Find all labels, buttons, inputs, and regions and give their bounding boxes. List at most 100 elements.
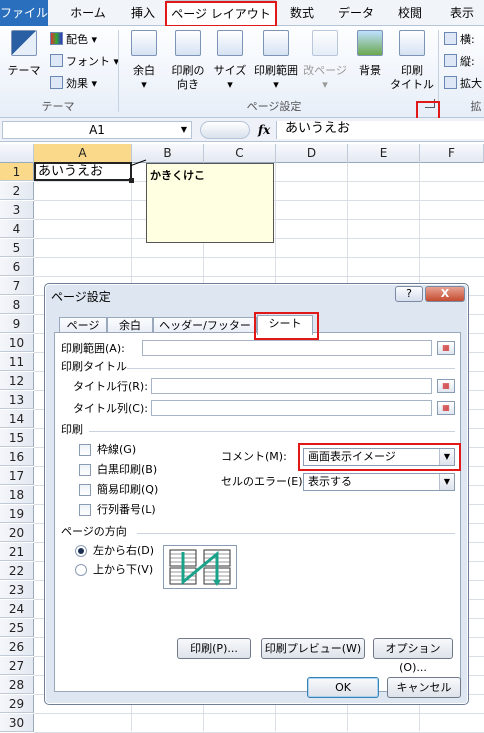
size-label: サイズ xyxy=(213,64,247,77)
range-select-icon[interactable]: ▦ xyxy=(437,379,455,393)
row-header[interactable]: 13 xyxy=(0,391,34,409)
column-header-f[interactable]: F xyxy=(420,144,484,163)
chevron-down-icon[interactable]: ▼ xyxy=(181,122,187,138)
row-header[interactable]: 28 xyxy=(0,676,34,694)
page-size-icon xyxy=(217,30,243,56)
themes-button[interactable]: テーマ xyxy=(4,30,44,78)
highlight-comments xyxy=(298,443,461,471)
row-header[interactable]: 30 xyxy=(0,714,34,732)
print-titles-button[interactable]: 印刷 タイトル xyxy=(390,30,434,92)
size-button[interactable]: サイズ ▾ xyxy=(210,30,250,92)
effects-button[interactable]: 効果 ▾ xyxy=(50,76,97,91)
background-button[interactable]: 背景 xyxy=(350,30,390,78)
row-header[interactable]: 2 xyxy=(0,182,34,200)
row-header[interactable]: 20 xyxy=(0,524,34,542)
tab-data[interactable]: データ xyxy=(334,0,378,26)
column-header-e[interactable]: E xyxy=(348,144,420,163)
tab-file[interactable]: ファイル xyxy=(0,0,48,26)
page-setup-dialog: ページ設定 ? X ページ 余白 ヘッダー/フッター シート 印刷範囲(A): … xyxy=(44,283,469,705)
row-header[interactable]: 19 xyxy=(0,505,34,523)
column-header-a[interactable]: A xyxy=(34,144,132,163)
formula-divider[interactable] xyxy=(200,121,250,139)
row-header[interactable]: 12 xyxy=(0,372,34,390)
gridlines-label: 枠線(G) xyxy=(97,443,137,456)
errors-label: セルのエラー(E): xyxy=(221,475,307,488)
fill-handle[interactable] xyxy=(129,178,134,183)
draft-checkbox[interactable] xyxy=(79,484,91,496)
over-then-down-radio[interactable] xyxy=(75,564,87,576)
orientation-button[interactable]: 印刷の 向き xyxy=(164,30,212,92)
row-header[interactable]: 21 xyxy=(0,543,34,561)
errors-select[interactable]: 表示する ▼ xyxy=(303,473,455,491)
row-header[interactable]: 9 xyxy=(0,315,34,333)
margins-button[interactable]: 余白 ▾ xyxy=(124,30,164,92)
row-header[interactable]: 29 xyxy=(0,695,34,713)
breaks-button[interactable]: 改ページ ▾ xyxy=(302,30,348,92)
cell-a1[interactable]: あいうえお xyxy=(34,162,132,181)
select-all-corner[interactable] xyxy=(0,144,34,163)
row-header[interactable]: 17 xyxy=(0,467,34,485)
gridlines-checkbox[interactable] xyxy=(79,444,91,456)
row-header[interactable]: 18 xyxy=(0,486,34,504)
row-header[interactable]: 16 xyxy=(0,448,34,466)
comments-label: コメント(M): xyxy=(221,450,287,463)
title-rows-input[interactable] xyxy=(151,378,432,394)
row-header[interactable]: 14 xyxy=(0,410,34,428)
tab-view[interactable]: 表示 xyxy=(440,0,484,26)
row-header[interactable]: 25 xyxy=(0,619,34,637)
range-select-icon[interactable]: ▦ xyxy=(437,401,455,415)
print-titles-label: 印刷 タイトル xyxy=(390,64,434,91)
row-header[interactable]: 22 xyxy=(0,562,34,580)
title-cols-label: タイトル列(C): xyxy=(73,402,148,415)
print-button[interactable]: 印刷(P)... xyxy=(177,638,251,659)
down-then-over-radio[interactable] xyxy=(75,545,87,557)
row-header[interactable]: 4 xyxy=(0,220,34,238)
tab-home[interactable]: ホーム xyxy=(62,0,114,26)
print-preview-button[interactable]: 印刷プレビュー(W) xyxy=(261,638,365,659)
row-header[interactable]: 10 xyxy=(0,334,34,352)
width-control[interactable]: 横: xyxy=(444,32,475,47)
print-area-button[interactable]: 印刷範囲 ▾ xyxy=(250,30,302,92)
row-header[interactable]: 7 xyxy=(0,277,34,295)
fonts-button[interactable]: フォント ▾ xyxy=(50,54,119,69)
breaks-label: 改ページ xyxy=(303,64,347,77)
range-select-icon[interactable]: ▦ xyxy=(437,341,455,355)
row-header[interactable]: 8 xyxy=(0,296,34,314)
colors-button[interactable]: 配色 ▾ xyxy=(50,32,97,47)
column-header-c[interactable]: C xyxy=(204,144,276,163)
height-control[interactable]: 縦: xyxy=(444,54,475,69)
row-header[interactable]: 15 xyxy=(0,429,34,447)
row-header[interactable]: 1 xyxy=(0,163,34,181)
row-header[interactable]: 24 xyxy=(0,600,34,618)
fx-icon[interactable]: fx xyxy=(258,121,270,139)
headings-checkbox[interactable] xyxy=(79,504,91,516)
chevron-down-icon[interactable]: ▼ xyxy=(439,474,454,490)
page-order-preview-icon xyxy=(163,545,237,589)
row-header[interactable]: 3 xyxy=(0,201,34,219)
scale-control[interactable]: 拡大 xyxy=(444,76,482,91)
title-cols-input[interactable] xyxy=(151,400,432,416)
tab-insert[interactable]: 挿入 xyxy=(122,0,164,26)
row-header[interactable]: 11 xyxy=(0,353,34,371)
effects-icon xyxy=(50,76,63,89)
print-area-input[interactable] xyxy=(142,340,432,356)
cell-comment[interactable]: かきくけこ xyxy=(146,163,274,243)
close-button[interactable]: X xyxy=(425,286,465,302)
help-button[interactable]: ? xyxy=(395,286,423,302)
cancel-button[interactable]: キャンセル xyxy=(387,677,461,698)
row-header[interactable]: 5 xyxy=(0,239,34,257)
column-header-d[interactable]: D xyxy=(276,144,348,163)
bw-checkbox[interactable] xyxy=(79,464,91,476)
formula-input[interactable]: あいうえお xyxy=(276,121,484,139)
print-area-label: 印刷範囲 xyxy=(254,64,298,77)
row-header[interactable]: 26 xyxy=(0,638,34,656)
row-header[interactable]: 23 xyxy=(0,581,34,599)
tab-review[interactable]: 校閲 xyxy=(388,0,432,26)
tab-formulas[interactable]: 数式 xyxy=(282,0,322,26)
name-box[interactable]: A1 ▼ xyxy=(2,121,192,139)
row-header[interactable]: 6 xyxy=(0,258,34,276)
row-header[interactable]: 27 xyxy=(0,657,34,675)
ok-button[interactable]: OK xyxy=(307,677,379,698)
options-button[interactable]: オプション(O)... xyxy=(373,638,453,674)
print-area-label: 印刷範囲(A): xyxy=(61,342,125,355)
